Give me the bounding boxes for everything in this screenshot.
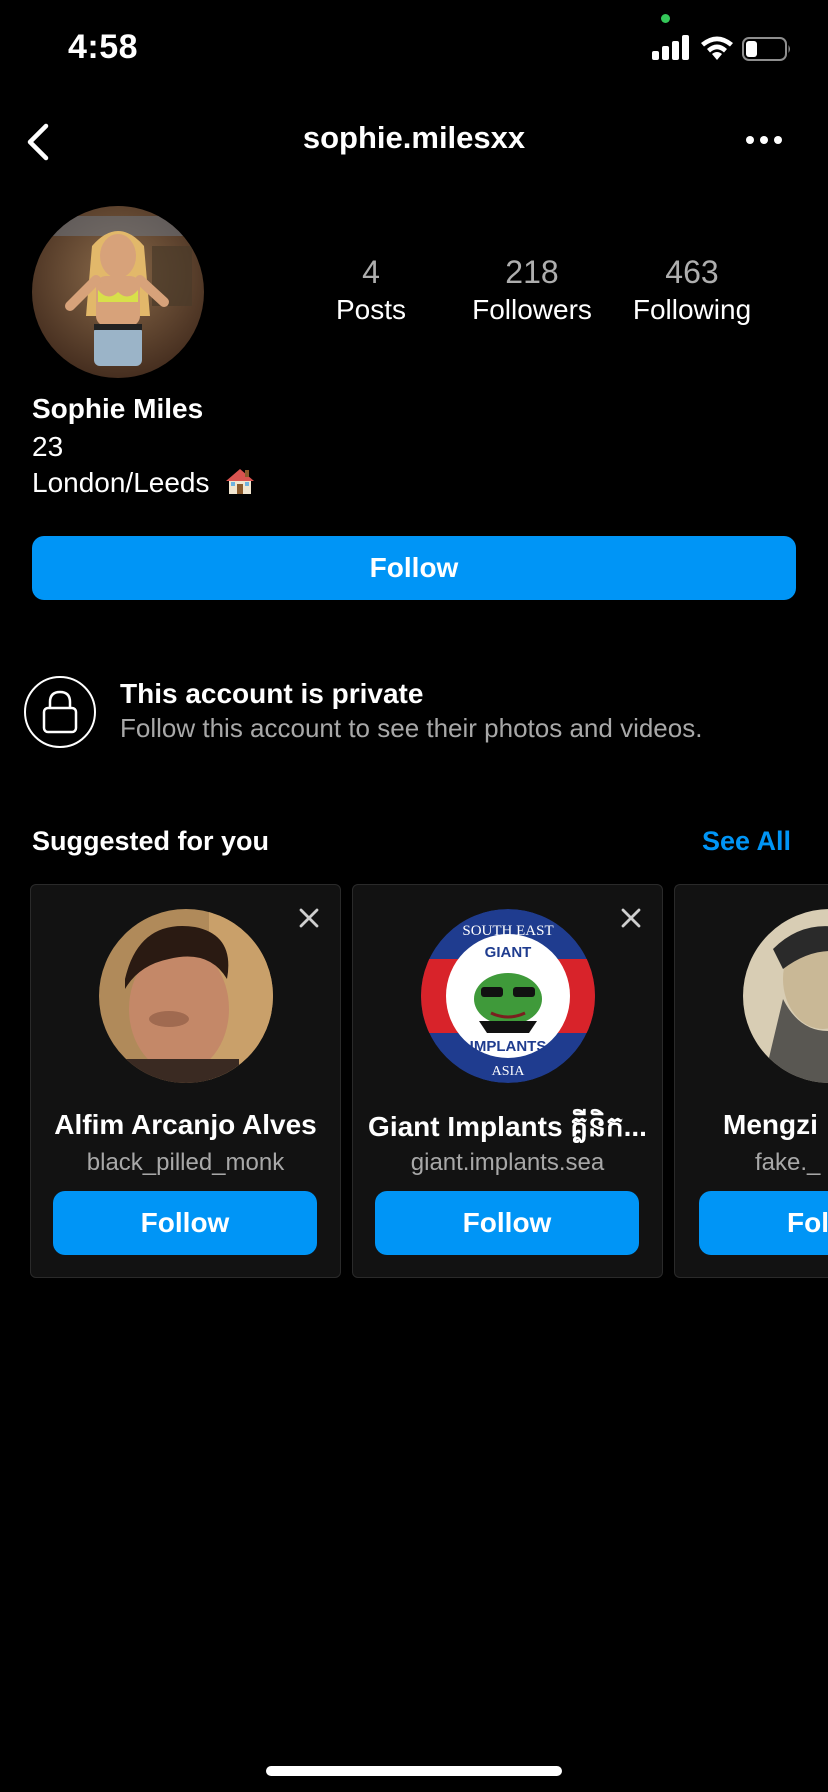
house-emoji-icon (226, 469, 255, 494)
suggestion-card[interactable]: Mengzi fake._ Follow (674, 884, 828, 1278)
home-indicator[interactable] (266, 1766, 562, 1776)
stat-value: 4 (362, 254, 380, 290)
privacy-indicator-dot (661, 14, 670, 23)
suggestion-avatar[interactable] (99, 909, 273, 1083)
suggestion-follow-button[interactable]: Follow (699, 1191, 828, 1255)
private-account-subtitle: Follow this account to see their photos … (120, 713, 703, 743)
logo-text-mid: GIANT (485, 944, 532, 961)
dismiss-close-icon[interactable] (298, 907, 320, 929)
logo-text-foot: ASIA (492, 1064, 526, 1079)
battery-icon (742, 37, 790, 61)
wifi-icon (701, 36, 733, 60)
suggestion-handle: giant.implants.sea (410, 1149, 605, 1176)
logo-text-bottom: IMPLANTS (470, 1038, 547, 1055)
profile-full-name: Sophie Miles (32, 393, 204, 424)
suggestion-name: Mengzi (723, 1109, 818, 1140)
status-time: 4:58 (68, 28, 139, 66)
bio-location-text: London/Leeds (32, 467, 210, 498)
stat-label: Posts (335, 294, 407, 325)
suggestion-avatar[interactable]: SOUTH EAST GIANT IMPLANTS ASIA (421, 909, 595, 1083)
suggested-section-title: Suggested for you (32, 826, 270, 856)
stat-label: Following (632, 294, 752, 325)
stat-following[interactable]: 463 Following (612, 254, 772, 330)
suggestion-handle: black_pilled_monk (86, 1149, 285, 1176)
cellular-signal-icon (652, 34, 690, 60)
follow-button[interactable]: Follow (32, 536, 796, 600)
logo-text-top: SOUTH EAST (462, 923, 553, 939)
dismiss-close-icon[interactable] (620, 907, 642, 929)
suggestion-name: Giant Implants គ្លីនិក... (368, 1111, 647, 1142)
stat-value: 463 (665, 254, 719, 290)
suggestion-avatar[interactable] (743, 909, 828, 1083)
stat-followers[interactable]: 218 Followers (452, 254, 612, 330)
stat-value: 218 (505, 254, 559, 290)
bio-line-location: London/Leeds (32, 466, 255, 499)
suggestion-card[interactable]: Alfim Arcanjo Alves black_pilled_monk Fo… (30, 884, 341, 1278)
suggestion-card[interactable]: SOUTH EAST GIANT IMPLANTS ASIA Giant Imp… (352, 884, 663, 1278)
stat-label: Followers (472, 294, 592, 325)
profile-avatar[interactable] (32, 206, 204, 378)
suggestion-name: Alfim Arcanjo Alves (54, 1109, 317, 1140)
bio-line-age: 23 (32, 431, 64, 462)
private-account-title: This account is private (120, 678, 424, 709)
stat-posts[interactable]: 4 Posts (291, 254, 451, 330)
suggestion-follow-button[interactable]: Follow (53, 1191, 317, 1255)
lock-icon (24, 676, 96, 748)
suggestion-handle: fake._ (755, 1149, 821, 1176)
suggestion-follow-button[interactable]: Follow (375, 1191, 639, 1255)
page-title-username: sophie.milesxx (302, 120, 526, 155)
see-all-link[interactable]: See All (702, 826, 791, 857)
more-options-icon[interactable] (746, 134, 782, 146)
